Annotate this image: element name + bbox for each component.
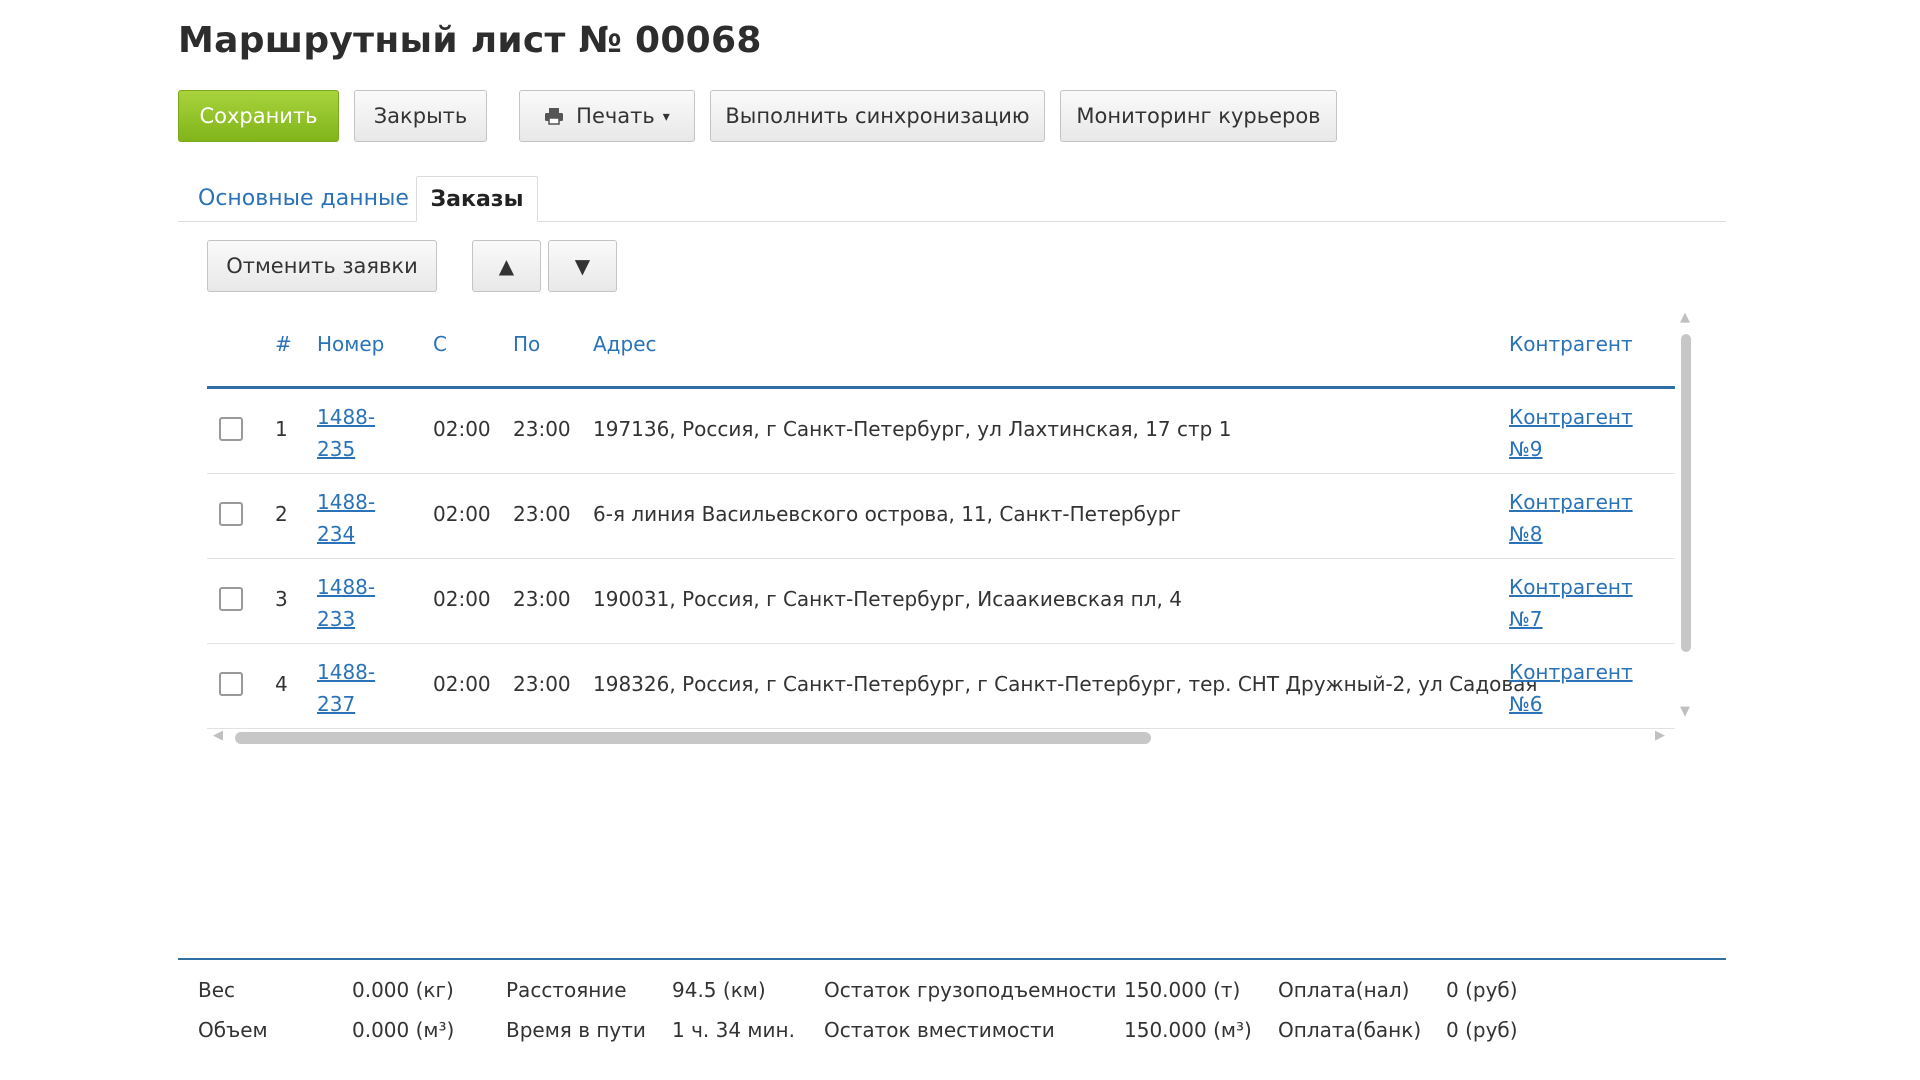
time-to: 23:00 xyxy=(513,587,571,611)
order-number-link[interactable]: 1488- 235 xyxy=(317,401,397,465)
volume-label: Объем xyxy=(198,1018,268,1042)
table-row[interactable]: 1 1488- 235 02:00 23:00 197136, Россия, г… xyxy=(207,389,1675,474)
row-index: 1 xyxy=(275,417,288,441)
address-cell: 190031, Россия, г Санкт-Петербург, Исаак… xyxy=(593,587,1182,611)
cash-payment-label: Оплата(нал) xyxy=(1278,978,1410,1002)
volume-left-value: 150.000 (м³) xyxy=(1124,1018,1252,1042)
horizontal-scrollbar[interactable]: ◀ ▶ xyxy=(207,726,1675,748)
bank-payment-value: 0 (руб) xyxy=(1446,1018,1518,1042)
grid-header: # Номер С По Адрес Контрагент xyxy=(207,318,1675,389)
column-header-address[interactable]: Адрес xyxy=(593,332,657,356)
travel-time-label: Время в пути xyxy=(506,1018,646,1042)
column-header-from[interactable]: С xyxy=(433,332,447,356)
counterparty-link[interactable]: Контрагент №6 xyxy=(1509,656,1649,720)
tab-orders[interactable]: Заказы xyxy=(416,176,538,222)
printer-icon xyxy=(545,108,564,125)
row-checkbox[interactable] xyxy=(219,672,243,696)
save-button[interactable]: Сохранить xyxy=(178,90,339,142)
page-title: Маршрутный лист № 00068 xyxy=(178,20,762,61)
close-button[interactable]: Закрыть xyxy=(354,90,487,142)
column-header-index[interactable]: # xyxy=(275,332,292,356)
distance-value: 94.5 (км) xyxy=(672,978,766,1002)
capacity-left-label: Остаток грузоподъемности xyxy=(824,978,1117,1002)
print-button-label: Печать xyxy=(576,104,655,128)
column-header-number[interactable]: Номер xyxy=(317,332,384,356)
route-sheet-page: Маршрутный лист № 00068 Сохранить Закрыт… xyxy=(0,0,1920,1080)
row-index: 4 xyxy=(275,672,288,696)
distance-label: Расстояние xyxy=(506,978,627,1002)
bank-payment-label: Оплата(банк) xyxy=(1278,1018,1422,1042)
counterparty-link[interactable]: Контрагент №8 xyxy=(1509,486,1649,550)
address-cell: 6-я линия Васильевского острова, 11, Сан… xyxy=(593,502,1181,526)
cancel-orders-button[interactable]: Отменить заявки xyxy=(207,240,437,292)
order-number-link[interactable]: 1488- 237 xyxy=(317,656,397,720)
time-from: 02:00 xyxy=(433,672,491,696)
order-number-link[interactable]: 1488- 233 xyxy=(317,571,397,635)
cash-payment-value: 0 (руб) xyxy=(1446,978,1518,1002)
column-header-counterparty[interactable]: Контрагент xyxy=(1509,332,1633,356)
row-checkbox[interactable] xyxy=(219,587,243,611)
time-to: 23:00 xyxy=(513,417,571,441)
time-from: 02:00 xyxy=(433,417,491,441)
tab-bar: Основные данные Заказы xyxy=(178,176,1726,222)
address-cell: 198326, Россия, г Санкт-Петербург, г Сан… xyxy=(593,672,1538,696)
row-checkbox[interactable] xyxy=(219,417,243,441)
weight-value: 0.000 (кг) xyxy=(352,978,454,1002)
time-to: 23:00 xyxy=(513,672,571,696)
move-down-button[interactable]: ▼ xyxy=(548,240,617,292)
tab-main-data[interactable]: Основные данные xyxy=(198,176,409,221)
row-checkbox[interactable] xyxy=(219,502,243,526)
address-cell: 197136, Россия, г Санкт-Петербург, ул Ла… xyxy=(593,417,1232,441)
vertical-scrollbar-thumb[interactable] xyxy=(1681,334,1691,652)
table-row[interactable]: 3 1488- 233 02:00 23:00 190031, Россия, г… xyxy=(207,559,1675,644)
travel-time-value: 1 ч. 34 мин. xyxy=(672,1018,795,1042)
vertical-scrollbar[interactable]: ▲ ▼ xyxy=(1675,310,1697,732)
column-header-to[interactable]: По xyxy=(513,332,540,356)
time-from: 02:00 xyxy=(433,587,491,611)
sync-button[interactable]: Выполнить синхронизацию xyxy=(710,90,1045,142)
caret-down-icon: ▾ xyxy=(662,109,670,125)
orders-grid: # Номер С По Адрес Контрагент 1 1488- 235… xyxy=(207,310,1691,750)
time-to: 23:00 xyxy=(513,502,571,526)
move-up-button[interactable]: ▲ xyxy=(472,240,541,292)
horizontal-scrollbar-thumb[interactable] xyxy=(235,732,1151,744)
time-from: 02:00 xyxy=(433,502,491,526)
order-number-link[interactable]: 1488- 234 xyxy=(317,486,397,550)
volume-value: 0.000 (м³) xyxy=(352,1018,455,1042)
table-row[interactable]: 2 1488- 234 02:00 23:00 6-я линия Василье… xyxy=(207,474,1675,559)
print-button[interactable]: Печать ▾ xyxy=(519,90,695,142)
counterparty-link[interactable]: Контрагент №7 xyxy=(1509,571,1649,635)
row-index: 2 xyxy=(275,502,288,526)
scroll-up-arrow-icon[interactable]: ▲ xyxy=(1680,310,1690,325)
scroll-down-arrow-icon[interactable]: ▼ xyxy=(1680,704,1690,719)
summary-footer: Вес 0.000 (кг) Расстояние 94.5 (км) Оста… xyxy=(178,958,1726,1060)
weight-label: Вес xyxy=(198,978,236,1002)
volume-left-label: Остаток вместимости xyxy=(824,1018,1055,1042)
counterparty-link[interactable]: Контрагент №9 xyxy=(1509,401,1649,465)
scroll-left-arrow-icon[interactable]: ◀ xyxy=(213,728,223,743)
courier-monitoring-button[interactable]: Мониторинг курьеров xyxy=(1060,90,1337,142)
table-row[interactable]: 4 1488- 237 02:00 23:00 198326, Россия, г… xyxy=(207,644,1675,729)
scroll-right-arrow-icon[interactable]: ▶ xyxy=(1655,728,1665,743)
row-index: 3 xyxy=(275,587,288,611)
capacity-left-value: 150.000 (т) xyxy=(1124,978,1241,1002)
